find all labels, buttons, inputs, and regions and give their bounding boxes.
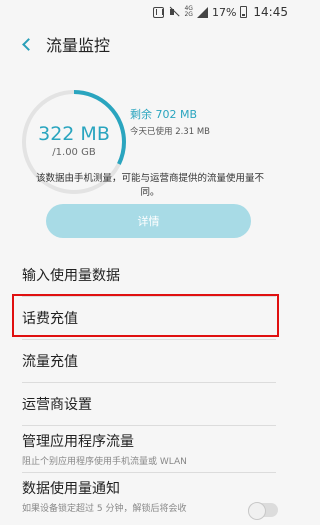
list-item-label: 输入使用量数据 [22, 268, 120, 284]
usage-summary: 322 MB /1.00 GB 剩余 702 MB 今天已使用 2.31 MB … [0, 72, 298, 246]
list-item-label: 运营商设置 [22, 397, 92, 413]
list-item-enter-usage[interactable]: 输入使用量数据 [0, 254, 298, 296]
status-bar: 4G 2G 17% 14:45 [0, 0, 298, 24]
settings-list: 输入使用量数据 话费充值 流量充值 运营商设置 管理应用程序流量 阻止个别应用程… [0, 254, 298, 520]
page-title: 流量监控 [46, 36, 111, 55]
usage-notification-toggle[interactable] [248, 502, 278, 520]
list-item-label: 流量充值 [22, 354, 78, 370]
app-header: 流量监控 [0, 24, 298, 64]
list-item-manage-app-data[interactable]: 管理应用程序流量 阻止个别应用程序使用手机流量或 WLAN [0, 426, 298, 472]
list-item-description: 阻止个别应用程序使用手机流量或 WLAN [22, 457, 187, 467]
network-type-bottom: 2G [184, 11, 193, 18]
measurement-disclaimer: 该数据由手机测量，可能与运营商提供的流量使用量不同。 [35, 173, 264, 198]
battery-icon [240, 6, 248, 18]
back-button[interactable] [6, 24, 46, 64]
today-used: 今天已使用 2.31 MB [130, 127, 210, 137]
chevron-left-icon [21, 37, 35, 51]
list-item-label: 管理应用程序流量 [22, 434, 134, 450]
status-icons: 4G 2G 17% 14:45 [153, 5, 288, 19]
clock: 14:45 [253, 5, 288, 19]
signal-icon [196, 6, 208, 18]
mute-icon [168, 6, 180, 18]
list-item-carrier-settings[interactable]: 运营商设置 [0, 383, 298, 425]
list-item-bill-recharge[interactable]: 话费充值 [0, 297, 298, 339]
battery-percent: 17% [211, 5, 237, 19]
remaining-amount: 剩余 702 MB [130, 108, 198, 121]
list-item-usage-notification[interactable]: 数据使用量通知 如果设备锁定超过 5 分钟，解锁后将会收 [0, 473, 298, 520]
list-item-data-recharge[interactable]: 流量充值 [0, 340, 298, 382]
nfc-icon [153, 6, 165, 18]
network-type: 4G 2G [184, 6, 192, 18]
list-item-label: 数据使用量通知 [22, 481, 120, 497]
list-item-label: 话费充值 [22, 311, 78, 327]
details-button[interactable]: 详情 [46, 204, 251, 238]
